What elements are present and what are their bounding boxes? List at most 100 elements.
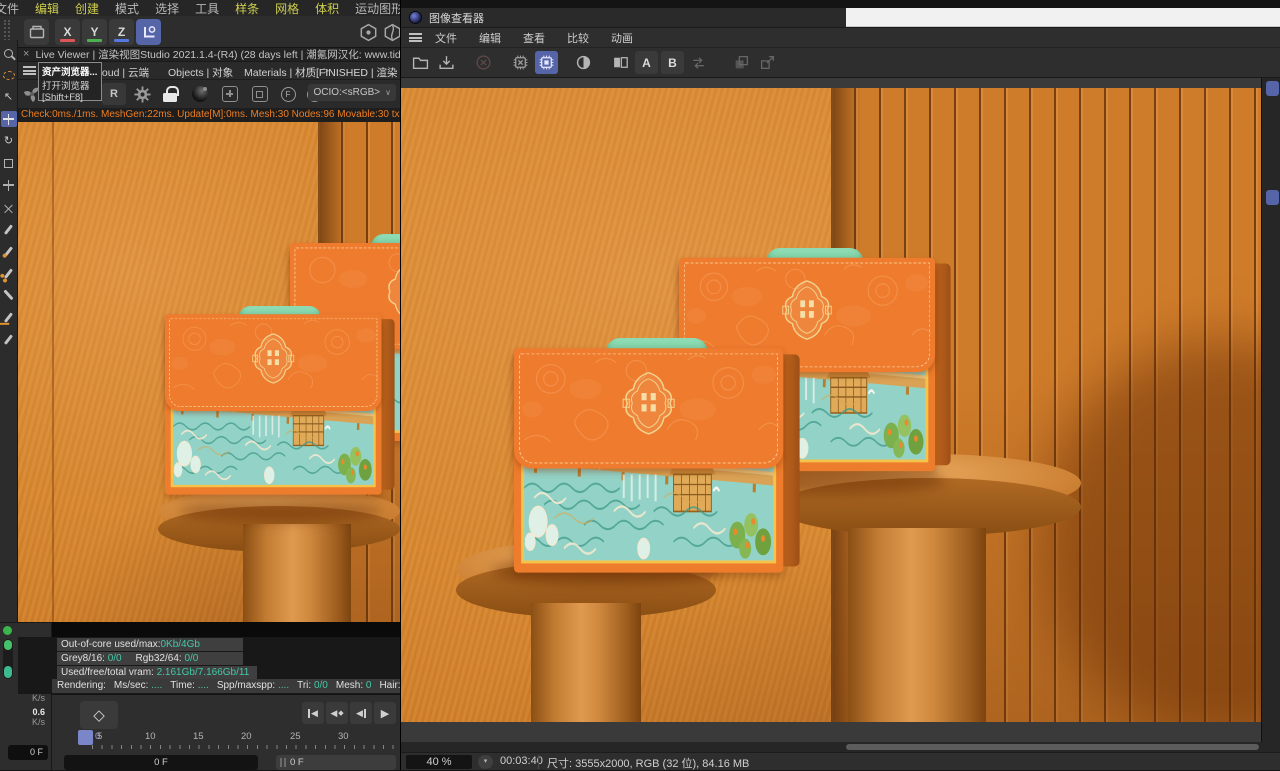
region-render-button[interactable]: R xyxy=(102,83,126,105)
knife-tool-icon[interactable] xyxy=(1,287,17,303)
zoom-dropdown-button[interactable]: ▾ xyxy=(478,755,493,769)
menu-mesh[interactable]: 网格 xyxy=(267,0,307,17)
settings-gear-icon[interactable] xyxy=(130,83,154,105)
f-pin-icon: F xyxy=(280,86,296,102)
live-viewer-viewport[interactable] xyxy=(18,122,400,622)
spline-arc-icon[interactable] xyxy=(1,309,17,325)
asset-box-button[interactable] xyxy=(24,19,49,45)
x-axis-button[interactable]: X xyxy=(55,19,80,45)
filter-contrast-button[interactable] xyxy=(572,51,595,74)
asset-browser-tooltip: 资产浏览器... 打开浏览器 [Shift+F8] xyxy=(38,62,102,103)
scrollbar-thumb[interactable] xyxy=(846,744,1259,750)
move-tool-icon[interactable] xyxy=(0,111,17,127)
pv-menu-compare[interactable]: 比较 xyxy=(558,30,598,46)
hamburger-menu-icon[interactable] xyxy=(409,33,422,42)
pv-menu-file[interactable]: 文件 xyxy=(426,30,466,46)
pv-menu-animation[interactable]: 动画 xyxy=(602,30,642,46)
archive-box-icon xyxy=(29,25,44,39)
menu-file[interactable]: 文件 xyxy=(0,0,27,17)
ab-compare-button[interactable] xyxy=(609,51,632,74)
picture-viewer-titlebar[interactable]: 图像查看器 xyxy=(401,8,1280,28)
gear-icon xyxy=(133,85,151,103)
open-folder-button[interactable] xyxy=(409,51,432,74)
ram-clear-button[interactable] xyxy=(509,51,532,74)
lv-menu-objects[interactable]: Objects | 对象 xyxy=(168,65,233,80)
panel-button-fragment[interactable] xyxy=(1266,81,1279,96)
lock-resolution-button[interactable] xyxy=(158,83,182,105)
menu-tools[interactable]: 工具 xyxy=(187,0,227,17)
spline-smooth-icon[interactable] xyxy=(1,265,17,281)
select-arrow-icon[interactable]: ↖ xyxy=(1,89,17,105)
menu-edit[interactable]: 编辑 xyxy=(27,0,67,17)
sub-region-button[interactable] xyxy=(248,83,272,105)
menu-volume[interactable]: 体积 xyxy=(307,0,347,17)
pedestal-column xyxy=(531,603,641,722)
box-shadow xyxy=(178,500,383,522)
axis-move-icon[interactable] xyxy=(1,177,17,193)
current-frame-field[interactable]: 0 F xyxy=(64,755,258,770)
frame-mini-field[interactable]: 0 F xyxy=(8,745,48,760)
hexagon-sphere-button[interactable] xyxy=(356,19,381,45)
range-slider-field[interactable]: 0 F xyxy=(276,755,396,770)
menu-spline[interactable]: 样条 xyxy=(227,0,267,17)
sketch-pen-icon[interactable] xyxy=(1,243,17,259)
prev-key-button[interactable]: ◀ ◆ xyxy=(326,702,348,724)
menu-mode[interactable]: 模式 xyxy=(107,0,147,17)
ocio-colorspace-dropdown[interactable]: OCIO:<sRGB> ∨ xyxy=(308,84,396,101)
zoom-level-field[interactable]: 40 % xyxy=(406,755,472,769)
image-canvas-area xyxy=(401,78,1280,742)
live-viewer-tab-title[interactable]: Live Viewer | 渲染视图Studio 2021.1.4-(R4) (… xyxy=(35,47,400,62)
timeline-ruler[interactable]: 0 5 10 15 20 25 30 xyxy=(52,730,400,753)
coordinate-system-button[interactable] xyxy=(136,19,161,45)
save-image-button[interactable] xyxy=(435,51,458,74)
scale-tool-icon[interactable] xyxy=(1,155,17,171)
panel-button-fragment[interactable] xyxy=(1266,190,1279,205)
ram-player-button[interactable] xyxy=(535,51,558,74)
box-side-face xyxy=(933,263,951,466)
swap-arrows-icon xyxy=(693,57,704,69)
search-icon[interactable] xyxy=(1,45,17,61)
add-region-button[interactable] xyxy=(218,83,242,105)
hamburger-menu-icon[interactable] xyxy=(23,66,36,75)
box-flap xyxy=(165,314,382,411)
focus-pick-button[interactable]: F xyxy=(276,83,300,105)
playhead-marker[interactable] xyxy=(78,730,93,745)
render-time: 00:03:40 xyxy=(500,755,543,767)
set-image-a-button[interactable]: A xyxy=(635,51,658,74)
picture-viewer-menubar: 文件 编辑 查看 比较 动画 xyxy=(401,28,1280,48)
axis-scale-icon[interactable] xyxy=(1,199,17,215)
gift-box-center xyxy=(514,338,800,573)
tick-label: 25 xyxy=(290,731,301,742)
goto-start-button[interactable]: ◀ xyxy=(302,702,324,724)
lasso-select-icon[interactable] xyxy=(1,67,17,83)
x-circle-icon xyxy=(476,55,491,70)
close-tab-icon[interactable]: × xyxy=(23,49,29,60)
pv-menu-view[interactable]: 查看 xyxy=(514,30,554,46)
material-ball-button[interactable] xyxy=(188,83,212,105)
ruler-minor-ticks xyxy=(92,745,396,749)
c4d-logo-icon xyxy=(409,11,422,24)
lv-menu-materials[interactable]: Materials | 材质 xyxy=(244,65,316,80)
z-axis-button[interactable]: Z xyxy=(109,19,134,45)
rotate-tool-icon[interactable]: ↻ xyxy=(1,133,17,149)
tick-label: 30 xyxy=(338,731,349,742)
pedestal-column xyxy=(243,524,351,622)
pv-menu-edit[interactable]: 编辑 xyxy=(470,30,510,46)
play-button[interactable]: ▶ xyxy=(374,702,396,724)
save-download-icon xyxy=(439,56,454,70)
set-image-b-button[interactable]: B xyxy=(661,51,684,74)
menu-select[interactable]: 选择 xyxy=(147,0,187,17)
menu-create[interactable]: 创建 xyxy=(67,0,107,17)
y-axis-button[interactable]: Y xyxy=(82,19,107,45)
box-seal-badge xyxy=(782,280,832,340)
pen-variant-icon[interactable] xyxy=(1,331,17,347)
horizontal-scrollbar[interactable] xyxy=(401,742,1280,752)
background-window-strip xyxy=(846,8,1280,27)
prev-frame-button[interactable]: ◀ xyxy=(350,702,372,724)
image-info: 尺寸: 3555x2000, RGB (32 位), 84.16 MB xyxy=(547,758,750,770)
spline-pen-icon[interactable] xyxy=(1,221,17,237)
keyframe-diamond-button[interactable]: ◇ xyxy=(80,701,118,729)
rendered-image[interactable] xyxy=(401,88,1261,722)
vram-stat: Used/free/total vram: 2.161Gb/7.166Gb/11 xyxy=(57,666,257,679)
square-region-icon xyxy=(252,86,268,102)
